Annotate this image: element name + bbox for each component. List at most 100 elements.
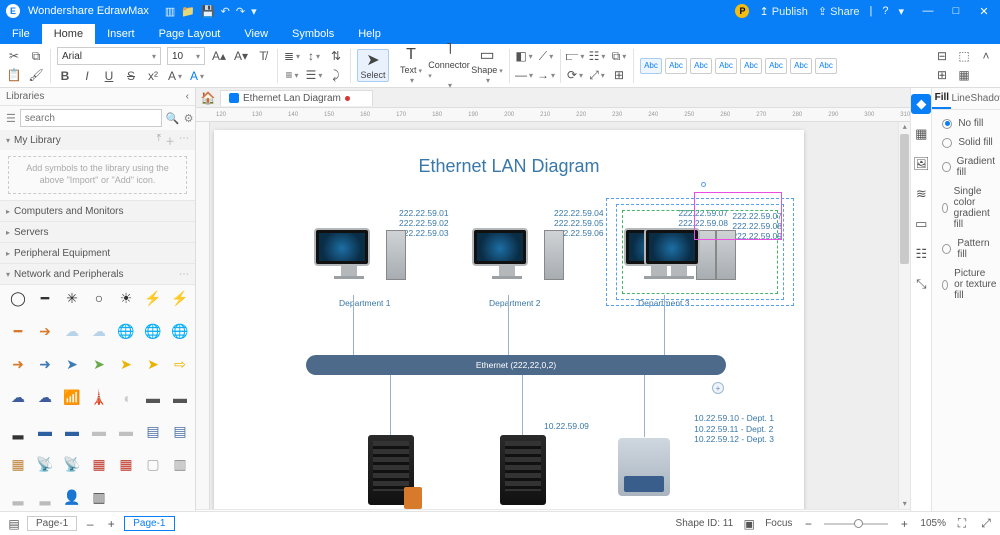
menu-file[interactable]: File bbox=[0, 24, 42, 44]
format-painter-icon[interactable]: 🖌 bbox=[28, 67, 44, 83]
shape-circle-icon[interactable]: ○ bbox=[87, 289, 111, 307]
qat-undo-icon[interactable]: ↶ bbox=[221, 5, 230, 18]
tool-select[interactable]: ➤Select bbox=[357, 49, 389, 82]
shape-ring-icon[interactable]: ◯ bbox=[6, 289, 30, 307]
copy-icon[interactable]: ⧉ bbox=[28, 48, 44, 64]
rtab-line[interactable]: Line bbox=[951, 88, 970, 109]
shape-hub-icon[interactable]: ▬ bbox=[33, 422, 57, 440]
shape-bus-icon[interactable]: ━ bbox=[33, 289, 57, 307]
filter-icon[interactable]: ⚙ bbox=[184, 112, 194, 125]
menu-help[interactable]: Help bbox=[346, 24, 393, 44]
ts-grid-icon[interactable]: ▦ bbox=[911, 124, 931, 144]
zoom-out-button[interactable]: − bbox=[800, 516, 816, 532]
rotation-handle[interactable] bbox=[701, 182, 706, 187]
user-avatar[interactable]: P bbox=[735, 4, 749, 18]
shape-arrow6-icon[interactable]: ➤ bbox=[87, 356, 111, 374]
text-wrap-icon[interactable]: ⤸ bbox=[328, 67, 344, 83]
tool-text[interactable]: TText bbox=[395, 46, 427, 85]
ethernet-bar[interactable]: Ethernet (222,22,0,2) bbox=[306, 355, 726, 375]
shape-arrow3-icon[interactable]: ➜ bbox=[6, 356, 30, 374]
qat-more-icon[interactable]: ▾ bbox=[251, 5, 257, 18]
shape-ap-icon[interactable]: ▂ bbox=[6, 489, 30, 507]
ts-image-icon[interactable]: 🖼 bbox=[911, 154, 931, 174]
pages-list-icon[interactable]: ▤ bbox=[6, 516, 22, 532]
align-horizontal-icon[interactable]: ≡ bbox=[284, 67, 300, 83]
opt-no-fill[interactable]: No fill bbox=[942, 118, 996, 129]
printer-shape[interactable] bbox=[618, 438, 670, 496]
shape-box2-icon[interactable]: ▢ bbox=[141, 455, 165, 473]
scroll-down-icon[interactable]: ▾ bbox=[903, 499, 907, 509]
opt-gradient-fill[interactable]: Gradient fill bbox=[942, 156, 996, 178]
window-close-button[interactable]: ✕ bbox=[974, 5, 994, 18]
arrow-style-button[interactable]: → bbox=[538, 67, 554, 83]
qat-redo-icon[interactable]: ↷ bbox=[236, 5, 245, 18]
share-button[interactable]: ⇪ Share bbox=[818, 5, 860, 18]
decrease-font-icon[interactable]: A▾ bbox=[233, 48, 249, 64]
font-color-button[interactable]: A bbox=[189, 68, 205, 84]
shape-star-icon[interactable]: ✳ bbox=[60, 289, 84, 307]
style-swatch[interactable]: Abc bbox=[740, 58, 762, 74]
shape-cloud-icon[interactable]: ☁ bbox=[60, 322, 84, 340]
qat-new-icon[interactable]: ▥ bbox=[165, 5, 175, 18]
shape-arrow4-icon[interactable]: ➜ bbox=[33, 356, 57, 374]
qat-open-icon[interactable]: 📁 bbox=[181, 5, 195, 18]
qat-save-icon[interactable]: 💾 bbox=[201, 5, 215, 18]
style-swatch[interactable]: Abc bbox=[640, 58, 662, 74]
shape-line-icon[interactable]: ━ bbox=[6, 322, 30, 340]
send-back-icon[interactable]: ▦ bbox=[956, 67, 972, 83]
distribute-button[interactable]: ☷ bbox=[589, 48, 605, 64]
shape-arrow2-icon[interactable]: ➔ bbox=[33, 322, 57, 340]
vertical-scrollbar[interactable]: ▴ ▾ bbox=[898, 122, 910, 509]
shape-firewall-icon[interactable]: ▦ bbox=[87, 455, 111, 473]
hamburger-icon[interactable]: ☰ bbox=[6, 112, 16, 125]
page-tab[interactable]: Page-1 bbox=[27, 516, 77, 531]
font-size-select[interactable]: 10 bbox=[167, 47, 205, 65]
more-icon[interactable]: ⋯ bbox=[179, 133, 189, 148]
paste-icon[interactable]: 📋 bbox=[6, 67, 22, 83]
selection-box-magenta[interactable] bbox=[694, 192, 782, 240]
menu-page-layout[interactable]: Page Layout bbox=[147, 24, 233, 44]
style-swatch[interactable]: Abc bbox=[815, 58, 837, 74]
help-icon[interactable]: ? bbox=[882, 5, 888, 17]
more-icon[interactable]: ⋯ bbox=[179, 269, 189, 280]
router-firewall-shape[interactable] bbox=[368, 435, 414, 505]
connector[interactable] bbox=[353, 295, 354, 357]
scroll-thumb[interactable] bbox=[900, 134, 909, 264]
opt-pattern-fill[interactable]: Pattern fill bbox=[942, 238, 996, 260]
menu-view[interactable]: View bbox=[232, 24, 280, 44]
shape-cloud2-icon[interactable]: ☁ bbox=[87, 322, 111, 340]
zoom-knob[interactable] bbox=[854, 519, 863, 528]
same-size-button[interactable]: ⊞ bbox=[611, 67, 627, 83]
ts-page-icon[interactable]: ▭ bbox=[911, 214, 931, 234]
ts-layers-icon[interactable]: ≋ bbox=[911, 184, 931, 204]
shape-switch-icon[interactable]: ▬ bbox=[141, 389, 165, 407]
font-family-select[interactable]: Arial bbox=[57, 47, 161, 65]
highlight-color-button[interactable]: A bbox=[167, 68, 183, 84]
opt-single-gradient[interactable]: Single color gradient fill bbox=[942, 186, 996, 230]
menu-home[interactable]: Home bbox=[42, 24, 95, 44]
clear-format-icon[interactable]: T̸ bbox=[255, 48, 271, 64]
fit-page-icon[interactable]: ⛶ bbox=[954, 516, 970, 532]
shape-rack2-icon[interactable]: ▤ bbox=[168, 422, 192, 440]
section-header-servers[interactable]: Servers bbox=[0, 222, 195, 242]
shape-firewall2-icon[interactable]: ▦ bbox=[114, 455, 138, 473]
underline-button[interactable]: U bbox=[101, 68, 117, 84]
shape-pillow-icon[interactable]: ◖ bbox=[114, 389, 138, 407]
shape-ap2-icon[interactable]: ▂ bbox=[33, 489, 57, 507]
focus-button[interactable]: Focus bbox=[765, 518, 792, 529]
server-shape[interactable] bbox=[500, 435, 546, 505]
document-tab[interactable]: Ethernet Lan Diagram bbox=[220, 90, 373, 106]
opt-picture-fill[interactable]: Picture or texture fill bbox=[942, 268, 996, 301]
connector[interactable] bbox=[522, 375, 523, 437]
shape-dish-icon[interactable]: 📡 bbox=[33, 455, 57, 473]
shape-box-icon[interactable]: ▦ bbox=[6, 455, 30, 473]
shape-arrow7-icon[interactable]: ➤ bbox=[114, 356, 138, 374]
zoom-in-button[interactable]: + bbox=[896, 516, 912, 532]
drawing-page[interactable]: Ethernet LAN Diagram 222.22.59.01222.22.… bbox=[214, 130, 804, 523]
shape-server2-icon[interactable]: ▥ bbox=[168, 455, 192, 473]
align-vertical-icon[interactable]: ☰ bbox=[306, 67, 322, 83]
ungroup-icon[interactable]: ⊟ bbox=[934, 48, 950, 64]
pc-dept1[interactable] bbox=[314, 228, 384, 279]
style-swatch[interactable]: Abc bbox=[765, 58, 787, 74]
shape-hub4-icon[interactable]: ▬ bbox=[114, 422, 138, 440]
